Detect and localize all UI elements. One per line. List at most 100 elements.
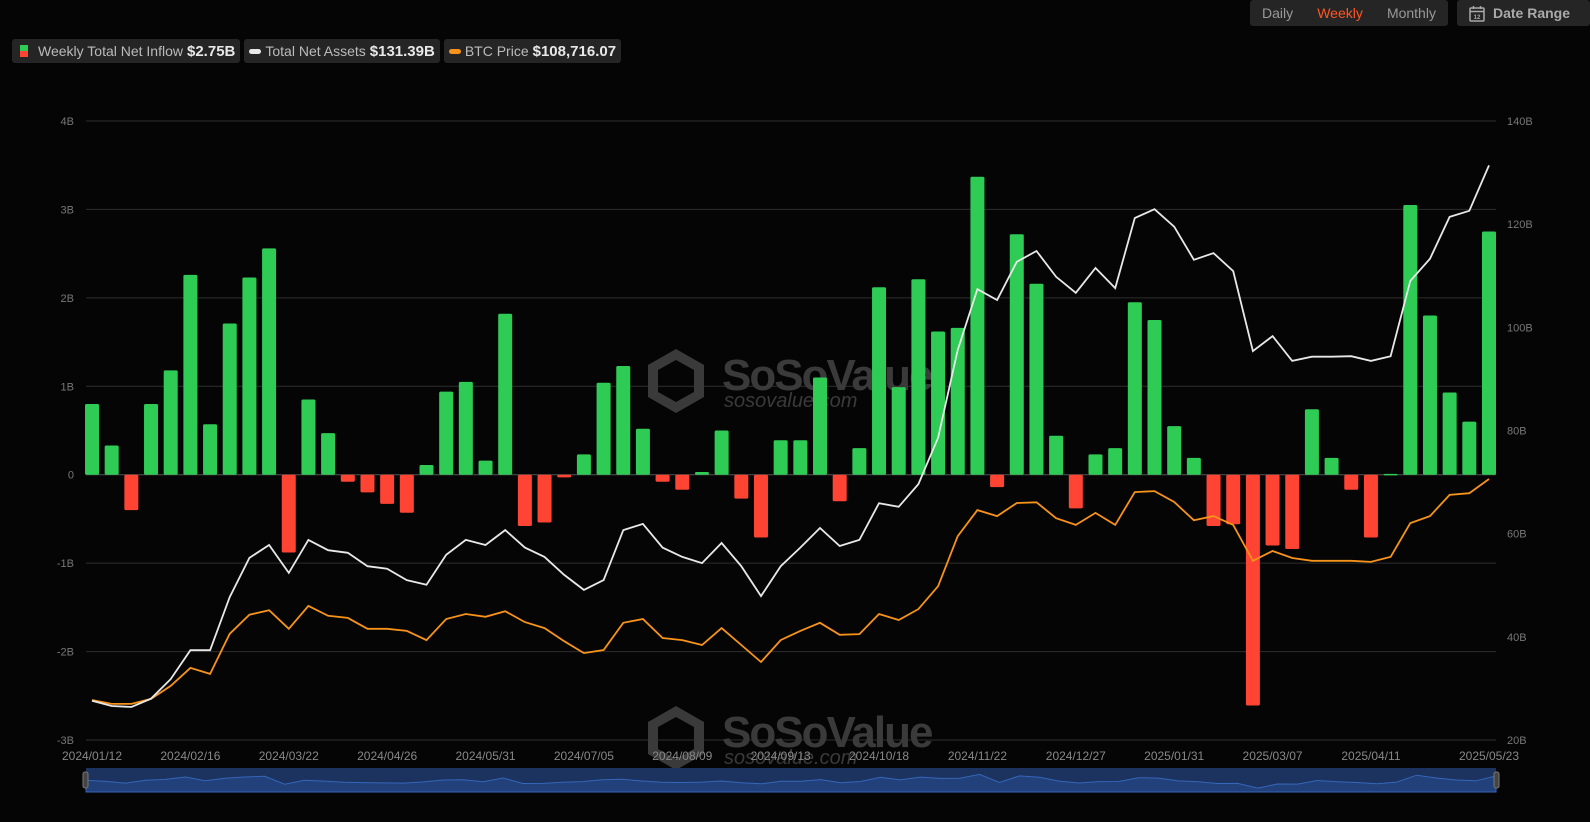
inflow-bar: [714, 430, 729, 475]
navigator-right-handle[interactable]: [1493, 771, 1500, 789]
range-navigator[interactable]: [82, 768, 1500, 793]
navigator-series: [85, 773, 1497, 793]
inflow-bar: [380, 474, 395, 504]
x-axis-tick: 2024/09/13: [751, 749, 811, 763]
legend-value: $131.39B: [369, 42, 435, 60]
legend-value: $108,716.07: [532, 42, 617, 60]
inflow-bar: [1127, 302, 1142, 475]
inflow-bar: [1108, 448, 1123, 475]
left-axis-tick: 2B: [61, 293, 74, 305]
left-axis-tick: -2B: [57, 647, 74, 659]
right-axis-tick: 20B: [1507, 735, 1527, 747]
inflow-bar: [1226, 474, 1241, 525]
inflow-bar: [262, 248, 277, 475]
inflow-bar: [990, 474, 1005, 488]
period-weekly[interactable]: Weekly: [1317, 5, 1363, 21]
x-axis-tick: 2024/08/09: [652, 749, 712, 763]
inflow-bar: [1482, 231, 1496, 475]
x-axis-tick: 2024/11/22: [948, 749, 1007, 763]
x-axis-tick: 2024/01/12: [62, 749, 122, 763]
left-axis-tick: 4B: [61, 116, 74, 128]
x-axis-tick: 2024/12/27: [1046, 749, 1106, 763]
inflow-bar: [144, 403, 159, 475]
period-monthly[interactable]: Monthly: [1387, 5, 1436, 21]
inflow-bar: [1245, 474, 1260, 706]
legend-total-net-assets[interactable]: Total Net Assets $131.39B: [244, 39, 440, 63]
inflow-bar: [655, 474, 670, 482]
inflow-bar: [458, 381, 473, 475]
calendar-icon: 12: [1469, 5, 1485, 22]
inflow-bar: [85, 403, 99, 475]
inflow-bar: [1167, 426, 1182, 475]
inflow-bar: [1344, 474, 1359, 490]
right-axis-tick: 60B: [1507, 529, 1527, 541]
inflow-bar: [950, 327, 965, 475]
right-axis-tick: 120B: [1507, 219, 1533, 231]
total-net-assets-line: [91, 165, 1490, 708]
sosovalue-logo-icon: [648, 349, 704, 413]
inflow-bar: [537, 474, 552, 523]
left-axis-tick: 0: [68, 470, 74, 482]
watermark-site: sosovalue.com: [724, 390, 857, 412]
left-axis-tick: 1B: [61, 381, 74, 393]
chart-legend: Weekly Total Net Inflow $2.75B Total Net…: [12, 39, 622, 63]
btc-swatch-icon: [448, 48, 461, 54]
inflow-bar: [694, 472, 709, 475]
inflow-bar: [478, 460, 493, 475]
inflow-bar: [340, 474, 355, 482]
inflow-bar: [1403, 205, 1418, 475]
inflow-bar: [1422, 315, 1437, 475]
inflow-bar: [1324, 457, 1339, 475]
inflow-bar: [596, 382, 611, 475]
inflow-bar: [203, 424, 218, 475]
inflow-bar: [852, 448, 867, 475]
legend-label: BTC Price: [464, 43, 529, 59]
inflow-bar: [104, 445, 119, 475]
inflow-bar: [635, 428, 650, 475]
inflow-bar: [1265, 474, 1280, 546]
inflow-bar: [439, 391, 454, 475]
left-axis-tick: -3B: [57, 735, 74, 747]
left-axis-tick: -1B: [57, 558, 74, 570]
period-daily[interactable]: Daily: [1262, 5, 1293, 21]
inflow-bar: [616, 365, 631, 475]
watermark-brand: SoSoValue: [722, 708, 932, 757]
right-axis-tick: 140B: [1507, 116, 1533, 128]
x-axis-tick: 2024/05/31: [455, 749, 515, 763]
x-axis-tick: 2025/04/11: [1341, 749, 1400, 763]
inflow-bar: [576, 454, 591, 475]
period-selector: Daily Weekly Monthly: [1250, 0, 1448, 26]
right-axis-tick: 40B: [1507, 632, 1527, 644]
inflow-bar: [931, 331, 946, 475]
inflow-bar: [1009, 234, 1024, 475]
legend-net-inflow[interactable]: Weekly Total Net Inflow $2.75B: [12, 39, 241, 63]
inflow-bar: [517, 474, 532, 527]
inflow-bar: [360, 474, 375, 493]
x-axis-tick: 2025/01/31: [1144, 749, 1204, 763]
inflow-bar: [1462, 421, 1477, 475]
btc-price-line: [91, 478, 1490, 705]
inflow-bar: [675, 474, 690, 490]
assets-swatch-icon: [249, 48, 262, 54]
navigator-left-handle[interactable]: [82, 771, 89, 789]
inflow-bar: [1304, 409, 1319, 475]
inflow-bar: [1363, 474, 1378, 538]
inflow-bar: [1029, 283, 1044, 475]
etf-flow-chart: -3B -2B -1B 0 1B 2B 3B 4B 20B 40B 60B 80B 100B 120B 14…: [57, 116, 1533, 793]
inflow-bar: [1088, 454, 1103, 475]
x-axis-tick: 2025/05/23: [1459, 749, 1519, 763]
inflow-bar: [163, 370, 178, 475]
x-axis-tick: 2024/02/16: [160, 749, 220, 763]
x-axis-tick: 2024/04/26: [357, 749, 417, 763]
inflow-bar: [1186, 457, 1201, 475]
watermark-brand: SoSoValue: [722, 351, 932, 400]
inflow-swatch-icon: [20, 45, 28, 57]
legend-btc-price[interactable]: BTC Price $108,716.07: [443, 39, 622, 63]
inflow-bar: [419, 464, 434, 475]
date-range-label: Date Range: [1493, 5, 1571, 21]
x-axis-tick: 2024/10/18: [849, 749, 909, 763]
inflow-bar: [1206, 474, 1221, 527]
inflow-bar: [281, 474, 296, 553]
date-range-button[interactable]: 12 Date Range: [1457, 0, 1590, 26]
watermark-bottom: SoSoValue sosovalue.com: [648, 706, 934, 770]
